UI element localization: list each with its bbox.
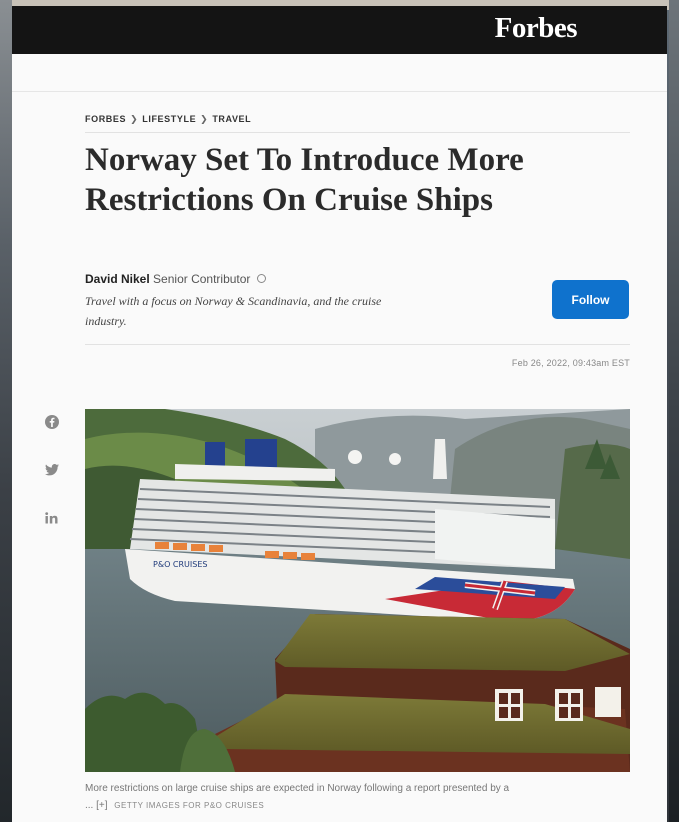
- breadcrumb-forbes[interactable]: FORBES: [85, 114, 126, 124]
- breadcrumb-lifestyle[interactable]: LIFESTYLE: [142, 114, 196, 124]
- linkedin-icon[interactable]: [44, 510, 60, 526]
- facebook-icon[interactable]: [44, 414, 60, 430]
- share-rail: [44, 414, 62, 558]
- hero-image[interactable]: P&O CRUISES: [85, 409, 630, 772]
- info-icon[interactable]: [256, 274, 266, 284]
- sub-navigation-bar: [12, 54, 667, 92]
- publish-timestamp: Feb 26, 2022, 09:43am EST: [511, 358, 630, 368]
- ship-hull-label: P&O CRUISES: [153, 560, 207, 569]
- background-right-strip: [669, 0, 679, 822]
- chevron-right-icon: ❯: [200, 114, 209, 124]
- image-credit: GETTY IMAGES FOR P&O CRUISES: [114, 801, 265, 810]
- author-bio: Travel with a focus on Norway & Scandina…: [85, 294, 382, 328]
- image-caption: More restrictions on large cruise ships …: [85, 780, 630, 814]
- cruise-ship-photo: P&O CRUISES: [85, 409, 630, 772]
- divider: [85, 344, 630, 345]
- top-navigation-bar: Forbes: [12, 6, 667, 54]
- forbes-logo[interactable]: Forbes: [495, 12, 578, 45]
- caption-text: More restrictions on large cruise ships …: [85, 783, 510, 794]
- author-role: Senior Contributor: [153, 272, 251, 286]
- divider: [85, 132, 630, 133]
- author-line: David Nikel Senior Contributor: [85, 272, 266, 286]
- chevron-right-icon: ❯: [130, 114, 139, 124]
- breadcrumb-travel[interactable]: TRAVEL: [212, 114, 251, 124]
- breadcrumb: FORBES ❯ LIFESTYLE ❯ TRAVEL: [85, 114, 251, 125]
- caption-expand-link[interactable]: ... [+]: [85, 800, 108, 811]
- article-page: Forbes FORBES ❯ LIFESTYLE ❯ TRAVEL Norway Se…: [12, 6, 667, 822]
- page-title: Norway Set To Introduce More Restriction…: [85, 142, 524, 218]
- background-left-strip: [0, 0, 12, 822]
- follow-button[interactable]: Follow: [552, 280, 629, 319]
- author-name[interactable]: David Nikel: [85, 272, 150, 286]
- twitter-icon[interactable]: [44, 462, 60, 478]
